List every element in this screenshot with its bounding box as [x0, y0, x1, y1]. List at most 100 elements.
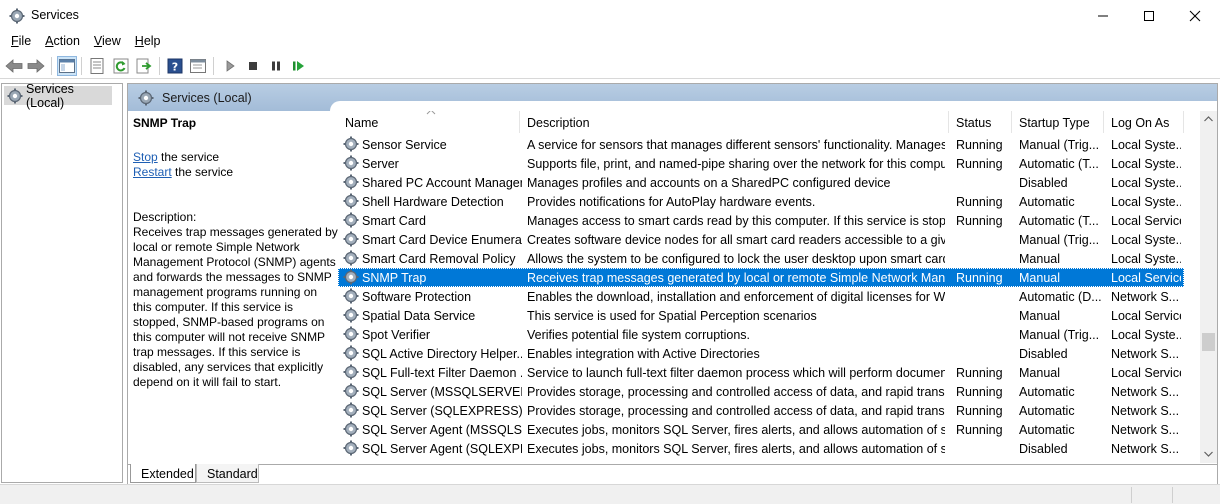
service-startup-cell: Automatic (T... — [1019, 214, 1099, 228]
menu-view[interactable]: View — [87, 31, 128, 53]
tree-item-services-local[interactable]: Services (Local) — [4, 82, 112, 110]
service-row[interactable]: SQL Active Directory Helper... Enables in… — [338, 344, 1184, 363]
services-list[interactable]: Name Description Status Startup Type Log… — [338, 111, 1200, 463]
back-button[interactable] — [4, 56, 24, 76]
resume-service-button[interactable] — [289, 56, 309, 76]
service-startup-cell: Automatic — [1019, 423, 1075, 437]
service-gear-icon — [343, 383, 359, 402]
tab-extended[interactable]: Extended — [130, 464, 196, 483]
service-gear-icon — [343, 250, 359, 269]
service-description-cell: Receives trap messages generated by loca… — [527, 271, 945, 285]
minimize-button[interactable] — [1080, 0, 1126, 31]
restart-service-link[interactable]: Restart — [133, 165, 172, 179]
column-header-name[interactable]: Name — [338, 111, 520, 133]
toolbar-separator — [81, 57, 82, 75]
service-logon-cell: Local Syste... — [1111, 176, 1181, 190]
tab-standard[interactable]: Standard — [196, 464, 259, 483]
help-button[interactable]: ? — [165, 56, 185, 76]
column-header-description[interactable]: Description — [520, 111, 949, 133]
export-list-button[interactable] — [134, 56, 154, 76]
stop-link-suffix: the service — [157, 150, 220, 164]
pause-service-icon — [272, 61, 280, 71]
service-row[interactable]: Spot Verifier Verifies potential file sys… — [338, 325, 1184, 344]
service-name-cell: SQL Server Agent (SQLEXPR... — [362, 442, 522, 456]
maximize-icon — [1144, 10, 1154, 21]
column-label: Log On As — [1111, 116, 1170, 130]
service-row[interactable]: Software Protection Enables the download,… — [338, 287, 1184, 306]
service-row[interactable]: SNMP Trap Receives trap messages generate… — [338, 268, 1184, 287]
service-startup-cell: Manual (Trig... — [1019, 233, 1100, 247]
service-gear-icon — [343, 307, 359, 326]
show-hide-console-tree-button[interactable] — [57, 56, 77, 76]
menu-action[interactable]: Action — [38, 31, 87, 53]
pane-title: Services (Local) — [162, 91, 252, 105]
service-row[interactable]: Shared PC Account Manager Manages profile… — [338, 173, 1184, 192]
service-row[interactable]: SQL Server (MSSQLSERVER) Provides storage… — [338, 382, 1184, 401]
service-row[interactable]: Spatial Data Service This service is used… — [338, 306, 1184, 325]
scrollbar-thumb[interactable] — [1202, 333, 1215, 351]
maximize-button[interactable] — [1126, 0, 1172, 31]
service-name-cell: Smart Card Removal Policy — [362, 252, 516, 266]
stop-service-link[interactable]: Stop — [133, 150, 158, 164]
service-row[interactable]: Server Supports file, print, and named-pi… — [338, 154, 1184, 173]
service-logon-cell: Local Service — [1111, 366, 1181, 380]
start-service-button[interactable] — [220, 56, 240, 76]
close-button[interactable] — [1172, 0, 1218, 31]
service-status-cell: Running — [956, 214, 1003, 228]
refresh-button[interactable] — [111, 56, 131, 76]
menu-file[interactable]: File — [4, 31, 38, 53]
service-description-cell: Executes jobs, monitors SQL Server, fire… — [527, 442, 945, 456]
service-logon-cell: Network S... — [1111, 385, 1180, 399]
service-name-cell: SNMP Trap — [362, 271, 427, 285]
svg-text:?: ? — [172, 61, 178, 74]
service-name-cell: SQL Full-text Filter Daemon ... — [362, 366, 522, 380]
toolbar-separator — [213, 57, 214, 75]
service-row[interactable]: SQL Full-text Filter Daemon ... Service t… — [338, 363, 1184, 382]
service-status-cell: Running — [956, 385, 1003, 399]
column-header-log-on-as[interactable]: Log On As — [1104, 111, 1184, 133]
header-notch — [330, 101, 1217, 111]
show-hide-action-pane-icon — [190, 59, 206, 73]
service-gear-icon — [343, 174, 359, 193]
service-gear-icon — [343, 345, 359, 364]
service-row[interactable]: Smart Card Removal Policy Allows the syst… — [338, 249, 1184, 268]
vertical-scrollbar[interactable] — [1200, 111, 1217, 463]
service-status-cell: Running — [956, 404, 1003, 418]
service-row[interactable]: SQL Server Agent (MSSQLS... Executes jobs… — [338, 420, 1184, 439]
menu-help[interactable]: Help — [128, 31, 168, 53]
service-row[interactable]: Smart Card Device Enumera... Creates soft… — [338, 230, 1184, 249]
stop-service-button[interactable] — [243, 56, 263, 76]
service-logon-cell: Local Syste... — [1111, 233, 1181, 247]
service-gear-icon — [343, 212, 359, 231]
show-hide-action-pane-button[interactable] — [188, 56, 208, 76]
service-row[interactable]: SQL Server Agent (SQLEXPR... Executes job… — [338, 439, 1184, 458]
status-divider — [1131, 487, 1132, 503]
pause-service-button[interactable] — [266, 56, 286, 76]
service-status-cell: Running — [956, 366, 1003, 380]
services-gear-icon — [7, 88, 23, 104]
service-row[interactable]: SQL Server (SQLEXPRESS) Provides storage,… — [338, 401, 1184, 420]
services-gear-icon — [138, 90, 154, 106]
service-logon-cell: Local Syste... — [1111, 195, 1181, 209]
service-description-cell: A service for sensors that manages diffe… — [527, 138, 945, 152]
forward-arrow-icon — [27, 59, 45, 73]
forward-button[interactable] — [26, 56, 46, 76]
console-tree: Services (Local) — [1, 82, 123, 483]
service-gear-icon — [343, 440, 359, 459]
service-description-cell: Provides storage, processing and control… — [527, 385, 945, 399]
column-header-status[interactable]: Status — [949, 111, 1012, 133]
column-header-startup-type[interactable]: Startup Type — [1012, 111, 1104, 133]
selected-service-name: SNMP Trap — [133, 116, 197, 130]
service-row[interactable]: Shell Hardware Detection Provides notific… — [338, 192, 1184, 211]
toolbar-separator — [51, 57, 52, 75]
service-description-cell: Verifies potential file system corruptio… — [527, 328, 751, 342]
show-hide-console-tree-icon — [59, 59, 75, 73]
back-arrow-icon — [5, 59, 23, 73]
service-name-cell: Smart Card — [362, 214, 426, 228]
service-row[interactable]: Smart Card Manages access to smart cards … — [338, 211, 1184, 230]
minimize-icon — [1098, 15, 1108, 16]
service-description-cell: Executes jobs, monitors SQL Server, fire… — [527, 423, 945, 437]
service-row[interactable]: Sensor Service A service for sensors that… — [338, 135, 1184, 154]
properties-button[interactable] — [87, 56, 107, 76]
service-startup-cell: Automatic — [1019, 195, 1075, 209]
